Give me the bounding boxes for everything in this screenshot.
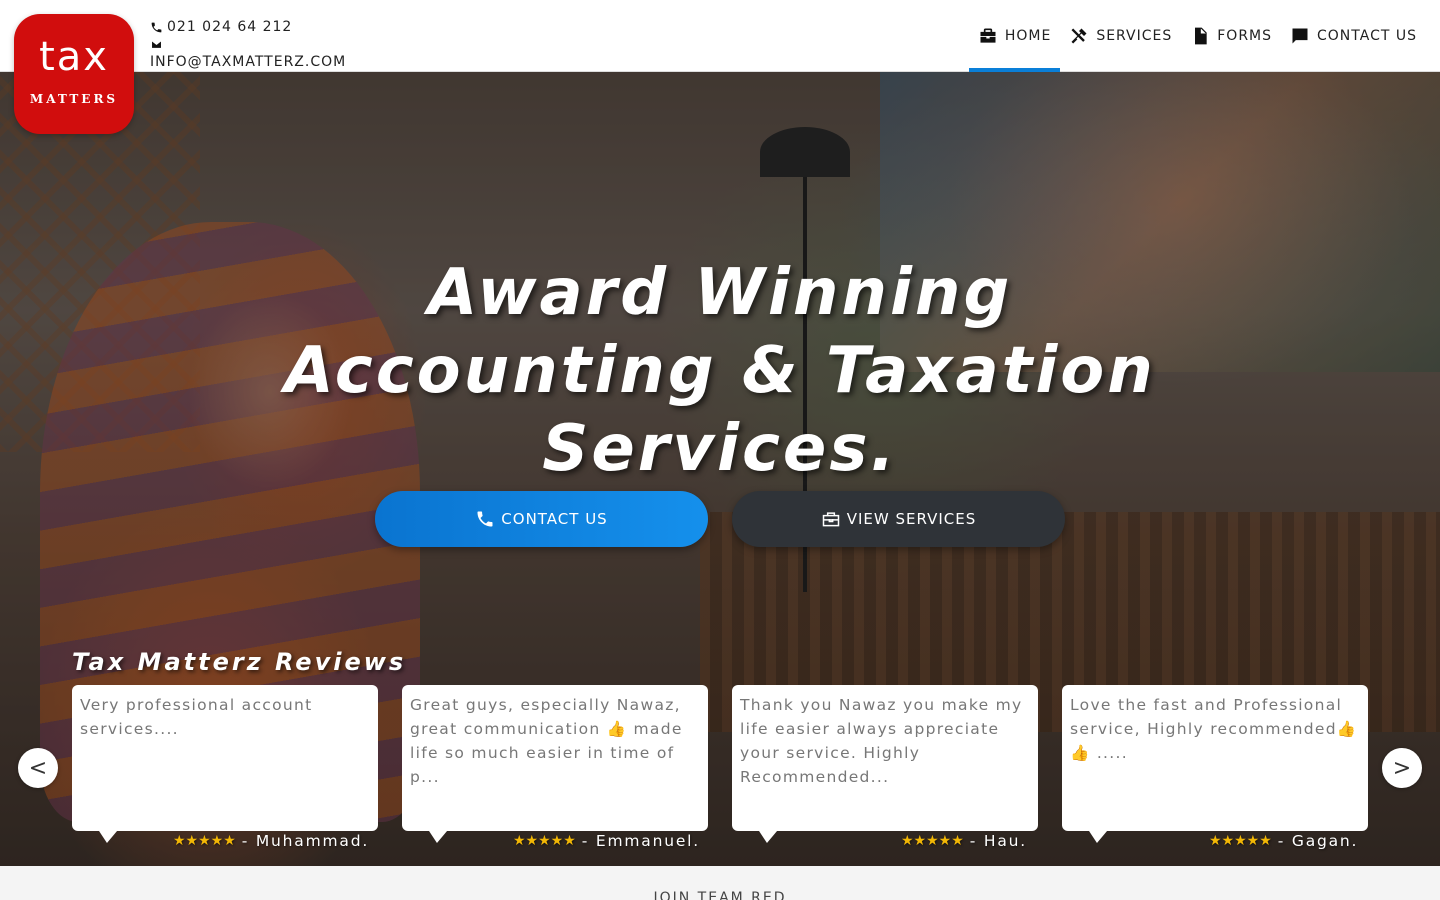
reviews-prev-button[interactable]: < — [18, 748, 58, 788]
star-rating: ★★★★★ — [1209, 833, 1272, 849]
nav-services-label: SERVICES — [1096, 28, 1173, 44]
reviews-next-button[interactable]: > — [1382, 748, 1422, 788]
document-icon — [1195, 27, 1207, 45]
review-author: ★★★★★ - Hau. — [901, 832, 1027, 850]
nav-home[interactable]: HOME — [968, 18, 1061, 72]
hero-title-line3: Services. — [542, 412, 898, 486]
contact-info: 021 024 64 212 INFO@TAXMATTERZ.COM — [150, 16, 346, 73]
nav-services[interactable]: SERVICES — [1060, 18, 1181, 72]
logo-sub: MATTERS — [29, 92, 119, 106]
tools-icon — [1071, 28, 1087, 44]
join-team-heading: JOIN TEAM RED — [653, 890, 787, 900]
review-text: Great guys, especially Nawaz, great comm… — [410, 696, 683, 786]
review-author-name: - Muhammad. — [241, 832, 370, 850]
view-services-button[interactable]: VIEW SERVICES — [732, 491, 1065, 547]
review-author: ★★★★★ - Muhammad. — [173, 832, 369, 850]
review-author-name: - Gagan. — [1277, 832, 1359, 850]
briefcase-icon — [980, 28, 996, 43]
nav-contact[interactable]: CONTACT US — [1281, 18, 1426, 72]
view-services-button-label: VIEW SERVICES — [846, 510, 977, 528]
email-icon-line — [150, 38, 346, 51]
contact-us-button-label: CONTACT US — [501, 510, 608, 528]
contact-us-button[interactable]: CONTACT US — [375, 491, 708, 547]
review-author: ★★★★★ - Emmanuel. — [513, 832, 700, 850]
main-nav: HOME SERVICES FORMS CONTACT US — [968, 18, 1426, 72]
toolbox-icon — [822, 512, 839, 527]
star-rating: ★★★★★ — [173, 833, 236, 849]
review-text: Very professional account services.... — [80, 696, 313, 738]
hero-title-line1: Award Winning — [427, 256, 1013, 330]
review-text: Thank you Nawaz you make my life easier … — [740, 696, 1023, 786]
review-author-name: - Emmanuel. — [581, 832, 700, 850]
review-card: Great guys, especially Nawaz, great comm… — [402, 685, 708, 843]
site-header: 021 024 64 212 INFO@TAXMATTERZ.COM HOME … — [0, 0, 1440, 72]
star-rating: ★★★★★ — [513, 833, 576, 849]
review-author-name: - Hau. — [969, 832, 1027, 850]
nav-home-label: HOME — [1004, 28, 1052, 44]
review-card: Very professional account services.... — [72, 685, 378, 843]
chat-icon — [1292, 28, 1308, 44]
nav-forms-label: FORMS — [1217, 28, 1273, 44]
review-card: Love the fast and Professional service, … — [1062, 685, 1368, 843]
review-card: Thank you Nawaz you make my life easier … — [732, 685, 1038, 843]
nav-contact-label: CONTACT US — [1317, 28, 1417, 44]
nav-forms[interactable]: FORMS — [1181, 18, 1281, 72]
logo-word: tax — [39, 34, 109, 80]
review-author: ★★★★★ - Gagan. — [1209, 832, 1358, 850]
hero-title: Award Winning Accounting & Taxation Serv… — [220, 254, 1220, 488]
email-icon — [151, 40, 162, 49]
phone-icon — [151, 22, 162, 32]
phone-number: 021 024 64 212 — [167, 19, 293, 35]
brand-logo[interactable]: tax MATTERS — [14, 14, 134, 134]
star-rating: ★★★★★ — [901, 833, 964, 849]
hero-title-line2: Accounting & Taxation — [284, 334, 1156, 408]
phone-icon — [477, 511, 493, 527]
email-line[interactable]: INFO@TAXMATTERZ.COM — [150, 51, 346, 73]
review-text: Love the fast and Professional service, … — [1070, 696, 1358, 762]
hero-section: Award Winning Accounting & Taxation Serv… — [0, 72, 1440, 866]
phone-line[interactable]: 021 024 64 212 — [150, 16, 346, 38]
reviews-title: Tax Matterz Reviews — [72, 648, 407, 676]
email-address: INFO@TAXMATTERZ.COM — [150, 54, 347, 70]
